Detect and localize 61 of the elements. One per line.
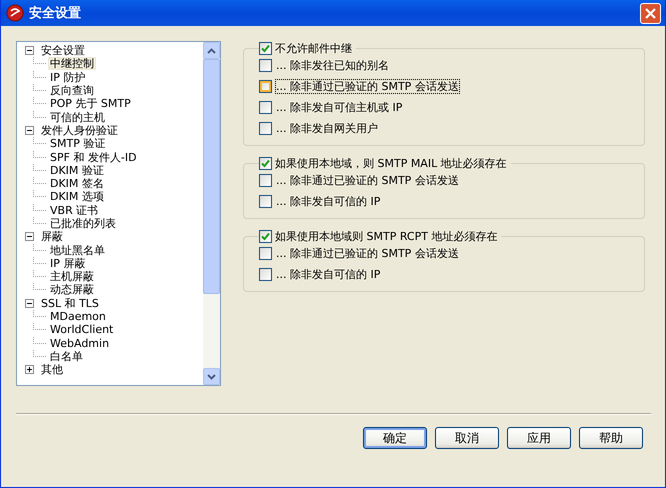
tree-item[interactable]: 地址黑名单 bbox=[48, 244, 107, 257]
checkbox[interactable] bbox=[259, 59, 272, 72]
checkbox[interactable] bbox=[259, 42, 272, 54]
checkbox-label[interactable]: ... 除非发往已知的别名 bbox=[276, 59, 389, 72]
dialog-button[interactable]: 应用 bbox=[507, 427, 571, 449]
checkbox[interactable] bbox=[259, 230, 272, 242]
dialog-button[interactable]: 确定 bbox=[363, 427, 427, 449]
tree-item[interactable]: DKIM 验证 bbox=[48, 164, 106, 177]
checkbox-label[interactable]: ... 除非通过已验证的 SMTP 会话发送 bbox=[276, 174, 459, 187]
close-button[interactable] bbox=[640, 2, 661, 24]
tree-item[interactable]: IP 屏蔽 bbox=[48, 256, 88, 270]
checkbox-label[interactable]: ... 除非发自可信的 IP bbox=[276, 268, 380, 281]
scroll-thumb[interactable] bbox=[203, 59, 220, 294]
dialog-button[interactable]: 帮助 bbox=[579, 427, 643, 449]
tree-item[interactable]: 发件人身份验证 bbox=[39, 124, 120, 137]
close-icon bbox=[645, 8, 656, 18]
expand-toggle-icon[interactable] bbox=[25, 298, 34, 308]
tree-item[interactable]: POP 先于 SMTP bbox=[48, 97, 133, 110]
checkbox-label[interactable]: ... 除非发自可信的 IP bbox=[276, 195, 380, 208]
tree-item[interactable]: 屏蔽 bbox=[39, 230, 65, 244]
tree-item[interactable]: WebAdmin bbox=[48, 336, 112, 350]
app-logo-icon bbox=[6, 4, 24, 22]
tree-item[interactable]: MDaemon bbox=[48, 310, 108, 324]
tree-item[interactable]: DKIM 选项 bbox=[48, 190, 106, 204]
checkbox-label[interactable]: ... 除非通过已验证的 SMTP 会话发送 bbox=[276, 80, 459, 93]
window-title: 安全设置 bbox=[29, 4, 82, 22]
scroll-down-button[interactable] bbox=[203, 368, 220, 385]
dialog-button[interactable]: 取消 bbox=[435, 427, 499, 449]
checkbox[interactable] bbox=[259, 156, 272, 170]
checkbox[interactable] bbox=[259, 195, 272, 208]
tree-item[interactable]: 动态屏蔽 bbox=[48, 283, 96, 296]
expand-toggle-icon[interactable] bbox=[25, 232, 34, 242]
tree-item[interactable]: SSL 和 TLS bbox=[39, 296, 101, 310]
tree-item[interactable]: 安全设置 bbox=[39, 44, 87, 58]
checkbox[interactable] bbox=[259, 247, 272, 260]
expand-toggle-icon[interactable] bbox=[25, 46, 34, 56]
scrollbar[interactable] bbox=[203, 42, 220, 385]
checkbox[interactable] bbox=[259, 122, 272, 135]
tree-item[interactable]: 中继控制 bbox=[48, 57, 96, 70]
tree-item[interactable]: 可信的主机 bbox=[48, 110, 107, 124]
expand-toggle-icon[interactable] bbox=[25, 365, 34, 374]
tree-item[interactable]: SPF 和 发件人-ID bbox=[48, 150, 139, 164]
tree-item[interactable]: IP 防护 bbox=[48, 70, 88, 84]
tree-item[interactable]: 主机屏蔽 bbox=[48, 270, 96, 284]
tree-item[interactable]: 反向查询 bbox=[48, 84, 96, 98]
tree-item[interactable]: VBR 证书 bbox=[48, 204, 100, 217]
scroll-up-button[interactable] bbox=[203, 42, 220, 59]
tree-item[interactable]: WorldClient bbox=[48, 323, 116, 336]
tree-item[interactable]: 已批准的列表 bbox=[48, 217, 118, 230]
tree-item[interactable]: DKIM 签名 bbox=[48, 177, 106, 190]
checkbox-label[interactable]: ... 除非发自网关用户 bbox=[276, 122, 378, 135]
checkbox-label[interactable]: ... 除非通过已验证的 SMTP 会话发送 bbox=[276, 247, 459, 260]
checkbox[interactable] bbox=[259, 101, 272, 114]
tree-item[interactable]: SMTP 验证 bbox=[48, 137, 108, 150]
checkbox[interactable] bbox=[259, 80, 272, 93]
tree-item[interactable]: 其他 bbox=[39, 363, 65, 376]
expand-toggle-icon[interactable] bbox=[25, 126, 34, 135]
checkbox[interactable] bbox=[259, 268, 272, 281]
checkbox[interactable] bbox=[259, 174, 272, 187]
tree-item[interactable]: 白名单 bbox=[48, 350, 85, 363]
checkbox-label[interactable]: ... 除非发自可信主机或 IP bbox=[276, 101, 402, 114]
